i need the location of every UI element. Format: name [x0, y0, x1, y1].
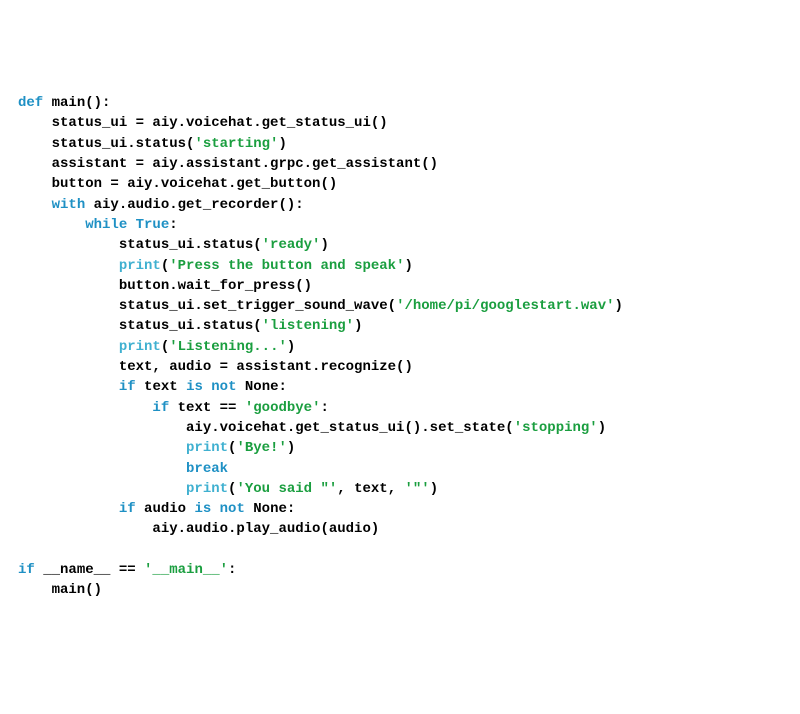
code-line: print('Press the button and speak') [18, 256, 782, 276]
code-token: 'ready' [262, 237, 321, 253]
code-line: if text is not None: [18, 377, 782, 397]
code-line: break [18, 459, 782, 479]
code-token: 'Listening...' [169, 339, 287, 355]
code-line: status_ui.status('listening') [18, 316, 782, 336]
code-token: 'Bye!' [236, 440, 286, 456]
code-token: ) [615, 298, 623, 314]
code-token: ) [430, 481, 438, 497]
code-line: status_ui.set_trigger_sound_wave('/home/… [18, 296, 782, 316]
code-token: '__main__' [144, 562, 228, 578]
code-line: aiy.audio.play_audio(audio) [18, 519, 782, 539]
code-token: assistant = aiy.assistant.grpc.get_assis… [18, 156, 438, 172]
code-token: break [186, 461, 228, 477]
code-line: assistant = aiy.assistant.grpc.get_assis… [18, 154, 782, 174]
code-token: __name__ == [35, 562, 144, 578]
code-token: if [119, 501, 136, 517]
code-line: aiy.voicehat.get_status_ui().set_state('… [18, 418, 782, 438]
code-token: button = aiy.voicehat.get_button() [18, 176, 337, 192]
code-line: print('Listening...') [18, 337, 782, 357]
code-line: main() [18, 580, 782, 600]
code-token: status_ui.status( [18, 237, 262, 253]
code-token: main() [18, 582, 102, 598]
code-snippet: def main(): status_ui = aiy.voicehat.get… [18, 93, 782, 600]
code-token: aiy.audio.get_recorder(): [85, 197, 303, 213]
code-token: button.wait_for_press() [18, 278, 312, 294]
code-token: while True [85, 217, 169, 233]
code-token [18, 217, 85, 233]
code-token: text == [169, 400, 245, 416]
code-line: button = aiy.voicehat.get_button() [18, 174, 782, 194]
code-token: def [18, 95, 52, 111]
code-line: def main(): [18, 93, 782, 113]
code-token: '"' [405, 481, 430, 497]
code-token: ( [161, 258, 169, 274]
code-token: 'goodbye' [245, 400, 321, 416]
code-token [18, 481, 186, 497]
code-token: None: [236, 379, 286, 395]
code-token: 'Press the button and speak' [169, 258, 404, 274]
code-token: ) [320, 237, 328, 253]
code-token: print [186, 440, 228, 456]
code-token [18, 400, 152, 416]
code-token: None: [245, 501, 295, 517]
code-token: is not [186, 379, 236, 395]
code-token: print [119, 339, 161, 355]
code-token: text [136, 379, 186, 395]
code-token: if [18, 562, 35, 578]
code-token: if [152, 400, 169, 416]
code-line: if __name__ == '__main__': [18, 560, 782, 580]
code-line: print('Bye!') [18, 438, 782, 458]
code-token: ) [287, 339, 295, 355]
code-token: with [52, 197, 86, 213]
code-token: text, audio = assistant.recognize() [18, 359, 413, 375]
code-line: with aiy.audio.get_recorder(): [18, 195, 782, 215]
code-token: 'starting' [194, 136, 278, 152]
code-token: 'listening' [262, 318, 354, 334]
code-token: ) [278, 136, 286, 152]
code-token [18, 197, 52, 213]
code-line: text, audio = assistant.recognize() [18, 357, 782, 377]
code-token [18, 379, 119, 395]
code-token: main(): [52, 95, 111, 111]
code-token: audio [136, 501, 195, 517]
code-token: if [119, 379, 136, 395]
code-token: , text, [337, 481, 404, 497]
code-line: if audio is not None: [18, 499, 782, 519]
code-token: aiy.audio.play_audio(audio) [18, 521, 379, 537]
code-token [18, 258, 119, 274]
code-token [18, 461, 186, 477]
code-token: : [228, 562, 236, 578]
code-token [18, 501, 119, 517]
code-token: status_ui.status( [18, 136, 194, 152]
code-line: status_ui = aiy.voicehat.get_status_ui() [18, 113, 782, 133]
code-token: 'stopping' [514, 420, 598, 436]
code-line: print('You said "', text, '"') [18, 479, 782, 499]
code-line [18, 540, 782, 560]
code-token: ) [287, 440, 295, 456]
code-token: status_ui.set_trigger_sound_wave( [18, 298, 396, 314]
code-token: : [169, 217, 177, 233]
code-token: ) [354, 318, 362, 334]
code-line: status_ui.status('starting') [18, 134, 782, 154]
code-token [18, 339, 119, 355]
code-token: ) [598, 420, 606, 436]
code-token: aiy.voicehat.get_status_ui().set_state( [18, 420, 514, 436]
code-token: 'You said "' [236, 481, 337, 497]
code-line: status_ui.status('ready') [18, 235, 782, 255]
code-line: button.wait_for_press() [18, 276, 782, 296]
code-token: print [119, 258, 161, 274]
code-token: ) [405, 258, 413, 274]
code-token: status_ui.status( [18, 318, 262, 334]
code-token: ( [161, 339, 169, 355]
code-token [18, 440, 186, 456]
code-token: is not [194, 501, 244, 517]
code-token: : [320, 400, 328, 416]
code-line: while True: [18, 215, 782, 235]
code-line: if text == 'goodbye': [18, 398, 782, 418]
code-token: print [186, 481, 228, 497]
code-token: '/home/pi/googlestart.wav' [396, 298, 614, 314]
code-token: status_ui = aiy.voicehat.get_status_ui() [18, 115, 388, 131]
